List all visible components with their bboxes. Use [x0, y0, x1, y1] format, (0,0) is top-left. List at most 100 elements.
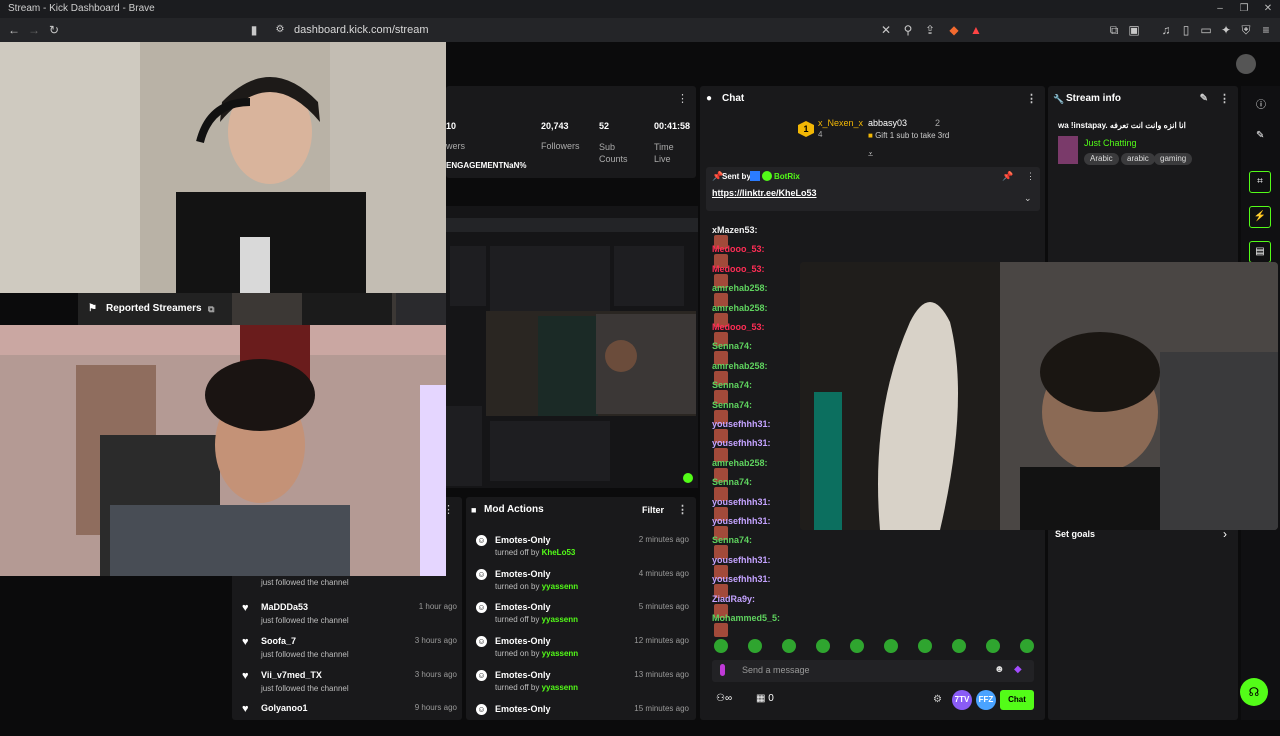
- sidebar-icon[interactable]: ▯: [1178, 22, 1194, 38]
- 7tv-badge[interactable]: 7TV: [952, 690, 972, 710]
- media-icon[interactable]: ♫: [1158, 22, 1174, 38]
- quick-emote-button[interactable]: [748, 639, 762, 653]
- clip-button[interactable]: ⌗: [1249, 171, 1271, 193]
- stream-preview-panel[interactable]: [446, 206, 698, 488]
- chat-username[interactable]: yousefhhh31:: [712, 555, 771, 565]
- quick-emote-button[interactable]: [986, 639, 1000, 653]
- chat-username[interactable]: xMazen53:: [712, 225, 758, 235]
- bookmark-icon[interactable]: ▮: [246, 22, 262, 38]
- quick-emote-button[interactable]: [952, 639, 966, 653]
- chat-username[interactable]: Medooo_53:: [712, 322, 765, 332]
- notes-button[interactable]: ▤: [1249, 241, 1271, 263]
- follower-name[interactable]: Golyanoo1: [261, 703, 308, 713]
- mod-actions-title: Mod Actions: [484, 504, 544, 515]
- category-thumbnail: [1058, 136, 1078, 164]
- stat-followers-value: 20,743: [541, 121, 569, 131]
- mod-action-user[interactable]: yyassenn: [542, 582, 578, 591]
- chat-username[interactable]: Mohammed5_5:: [712, 613, 780, 623]
- wallet-icon[interactable]: ▭: [1198, 22, 1214, 38]
- minimize-icon[interactable]: –: [1208, 0, 1232, 18]
- quick-emote-button[interactable]: [918, 639, 932, 653]
- edit-stream-info-icon[interactable]: ✎: [1200, 86, 1208, 112]
- engagement-row: ENGAGEMENTNaN%: [446, 161, 526, 170]
- info-icon[interactable]: ⓘ: [1256, 96, 1266, 111]
- set-goals-label[interactable]: Set goals: [1055, 529, 1095, 539]
- chat-username[interactable]: Medooo_53:: [712, 264, 765, 274]
- pinned-sender[interactable]: BotRix: [774, 172, 800, 181]
- ffz-badge[interactable]: FFZ: [976, 690, 996, 710]
- menu-icon[interactable]: ≡: [1258, 22, 1274, 38]
- stream-info-menu-icon[interactable]: ⋮: [1219, 86, 1230, 112]
- follow-time: 9 hours ago: [414, 703, 457, 712]
- chat-username[interactable]: Senna74:: [712, 400, 752, 410]
- follower-name[interactable]: Vii_v7med_TX: [261, 670, 322, 680]
- stats-menu-icon[interactable]: ⋮: [677, 92, 688, 105]
- quick-emote-button[interactable]: [1020, 639, 1034, 653]
- chat-username[interactable]: yousefhhh31:: [712, 516, 771, 526]
- engagement-label: ENGAGEMENT: [446, 161, 504, 170]
- chat-username[interactable]: amrehab258:: [712, 458, 768, 468]
- stream-category[interactable]: Just Chatting: [1084, 138, 1137, 148]
- mod-actions-menu-icon[interactable]: ⋮: [677, 497, 688, 523]
- mod-action-detail: turned off by yyassenn: [495, 615, 578, 624]
- send-chat-button[interactable]: Chat: [1000, 690, 1034, 710]
- screenshot-icon[interactable]: ▣: [1126, 22, 1142, 38]
- chat-username[interactable]: yousefhhh31:: [712, 497, 771, 507]
- lightning-button[interactable]: ⚡: [1249, 206, 1271, 228]
- mod-action-user[interactable]: yyassenn: [542, 615, 578, 624]
- mod-action-name: Emotes-Only: [495, 703, 551, 714]
- pinned-expand-icon[interactable]: ⌄: [1024, 193, 1032, 204]
- chat-username[interactable]: Senna74:: [712, 535, 752, 545]
- chat-input[interactable]: Send a message ☻ ◆: [712, 660, 1034, 682]
- chat-users-icon[interactable]: ⚇∞: [716, 693, 732, 704]
- vpn-icon[interactable]: ⛨: [1238, 22, 1254, 38]
- reported-open-icon[interactable]: ⧉: [208, 293, 214, 325]
- extensions-icon[interactable]: ⧉: [1106, 22, 1122, 38]
- quick-emote-button[interactable]: [884, 639, 898, 653]
- chat-username[interactable]: ZiadRa9y:: [712, 594, 755, 604]
- unpin-icon[interactable]: 📌: [1002, 171, 1013, 182]
- pinned-link[interactable]: https://linktr.ee/KheLo53: [712, 188, 817, 198]
- user-avatar[interactable]: [1236, 54, 1256, 74]
- back-icon[interactable]: ←: [6, 22, 22, 38]
- chat-username[interactable]: yousefhhh31:: [712, 574, 771, 584]
- address-bar[interactable]: dashboard.kick.com/stream: [270, 21, 990, 39]
- reload-icon[interactable]: ↻: [46, 22, 62, 38]
- viewer-count: ▦ 0: [756, 693, 774, 704]
- maximize-icon[interactable]: ❐: [1232, 0, 1256, 18]
- chat-username[interactable]: yousefhhh31:: [712, 438, 771, 448]
- chat-username[interactable]: yousefhhh31:: [712, 419, 771, 429]
- mod-actions-filter[interactable]: Filter: [642, 497, 664, 523]
- chat-settings-icon[interactable]: ⚙: [933, 694, 942, 705]
- chat-username[interactable]: amrehab258:: [712, 361, 768, 371]
- emote-picker-icon[interactable]: ◆: [1014, 664, 1022, 675]
- chat-username[interactable]: Senna74:: [712, 341, 752, 351]
- top-gifter-2-name[interactable]: abbasy03: [868, 118, 907, 128]
- forward-icon[interactable]: →: [26, 22, 42, 38]
- expand-gifters-icon[interactable]: ⩡: [868, 149, 873, 160]
- leo-icon[interactable]: ✦: [1218, 22, 1234, 38]
- mod-action-user[interactable]: KheLo53: [542, 548, 576, 557]
- follower-name[interactable]: MaDDDa53: [261, 602, 308, 612]
- chat-username[interactable]: amrehab258:: [712, 283, 768, 293]
- mod-action-user[interactable]: yyassenn: [542, 649, 578, 658]
- close-icon[interactable]: ✕: [1256, 0, 1280, 18]
- quick-emote-button[interactable]: [782, 639, 796, 653]
- edit-icon[interactable]: ✎: [1256, 130, 1264, 141]
- chat-username[interactable]: amrehab258:: [712, 303, 768, 313]
- top-gifter-1-name[interactable]: x_Nexen_x: [818, 118, 863, 128]
- chat-username[interactable]: Senna74:: [712, 477, 752, 487]
- follower-name[interactable]: Soofa_7: [261, 636, 296, 646]
- chat-username[interactable]: Senna74:: [712, 380, 752, 390]
- chat-menu-icon[interactable]: ⋮: [1026, 86, 1037, 112]
- mic-icon[interactable]: [720, 664, 725, 676]
- quick-emote-button[interactable]: [714, 639, 728, 653]
- quick-emote-button[interactable]: [850, 639, 864, 653]
- chat-username[interactable]: Medooo_53:: [712, 244, 765, 254]
- quick-emote-button[interactable]: [816, 639, 830, 653]
- emoji-icon[interactable]: ☻: [994, 664, 1005, 675]
- mod-action-user[interactable]: yyassenn: [542, 683, 578, 692]
- pinned-menu-icon[interactable]: ⋮: [1026, 171, 1035, 182]
- mod-action-time: 5 minutes ago: [638, 602, 689, 612]
- support-chat-icon[interactable]: ☊: [1240, 678, 1268, 706]
